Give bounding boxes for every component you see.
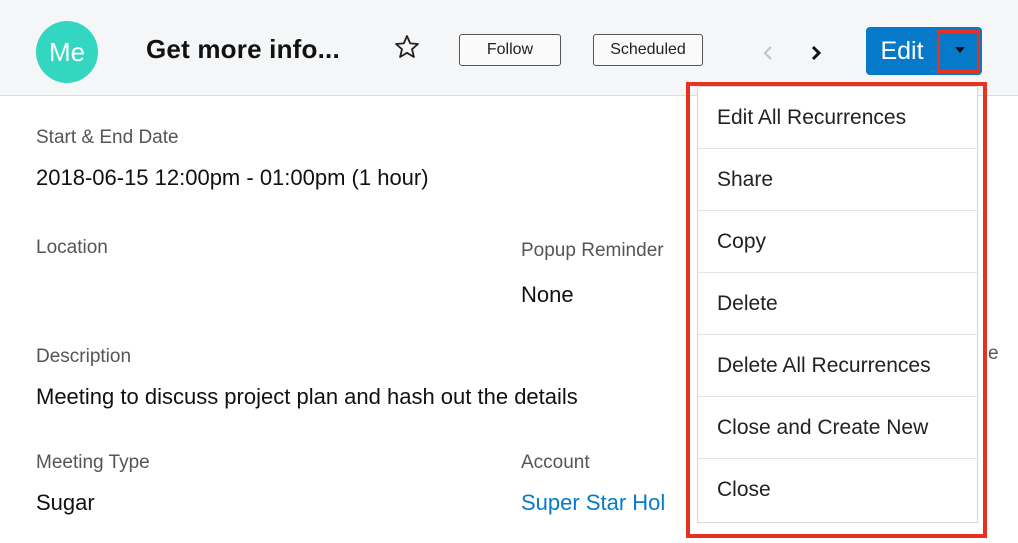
edit-button[interactable]: Edit	[866, 27, 938, 75]
avatar: Me	[36, 21, 98, 83]
follow-button[interactable]: Follow	[459, 34, 561, 66]
star-icon[interactable]	[393, 33, 421, 61]
menu-highlight	[686, 82, 987, 538]
description-value: Meeting to discuss project plan and hash…	[36, 384, 578, 409]
location-label: Location	[36, 237, 108, 258]
description-label: Description	[36, 346, 132, 367]
start-end-date-label: Start & End Date	[36, 127, 179, 148]
popup-reminder-value: None	[521, 282, 574, 307]
meeting-type-label: Meeting Type	[36, 452, 150, 473]
page-title: Get more info...	[146, 34, 340, 64]
account-label: Account	[521, 452, 590, 473]
dropdown-toggle-highlight	[937, 30, 980, 73]
account-link[interactable]: Super Star Hol	[521, 490, 687, 516]
start-end-date-value: 2018-06-15 12:00pm - 01:00pm (1 hour)	[36, 165, 429, 190]
chevron-right-icon[interactable]	[806, 40, 826, 66]
status-badge: Scheduled	[593, 34, 703, 66]
popup-reminder-label: Popup Reminder	[521, 240, 664, 261]
chevron-left-icon[interactable]	[758, 40, 778, 66]
field-label-fragment: e	[988, 343, 999, 364]
meeting-type-value: Sugar	[36, 490, 95, 515]
